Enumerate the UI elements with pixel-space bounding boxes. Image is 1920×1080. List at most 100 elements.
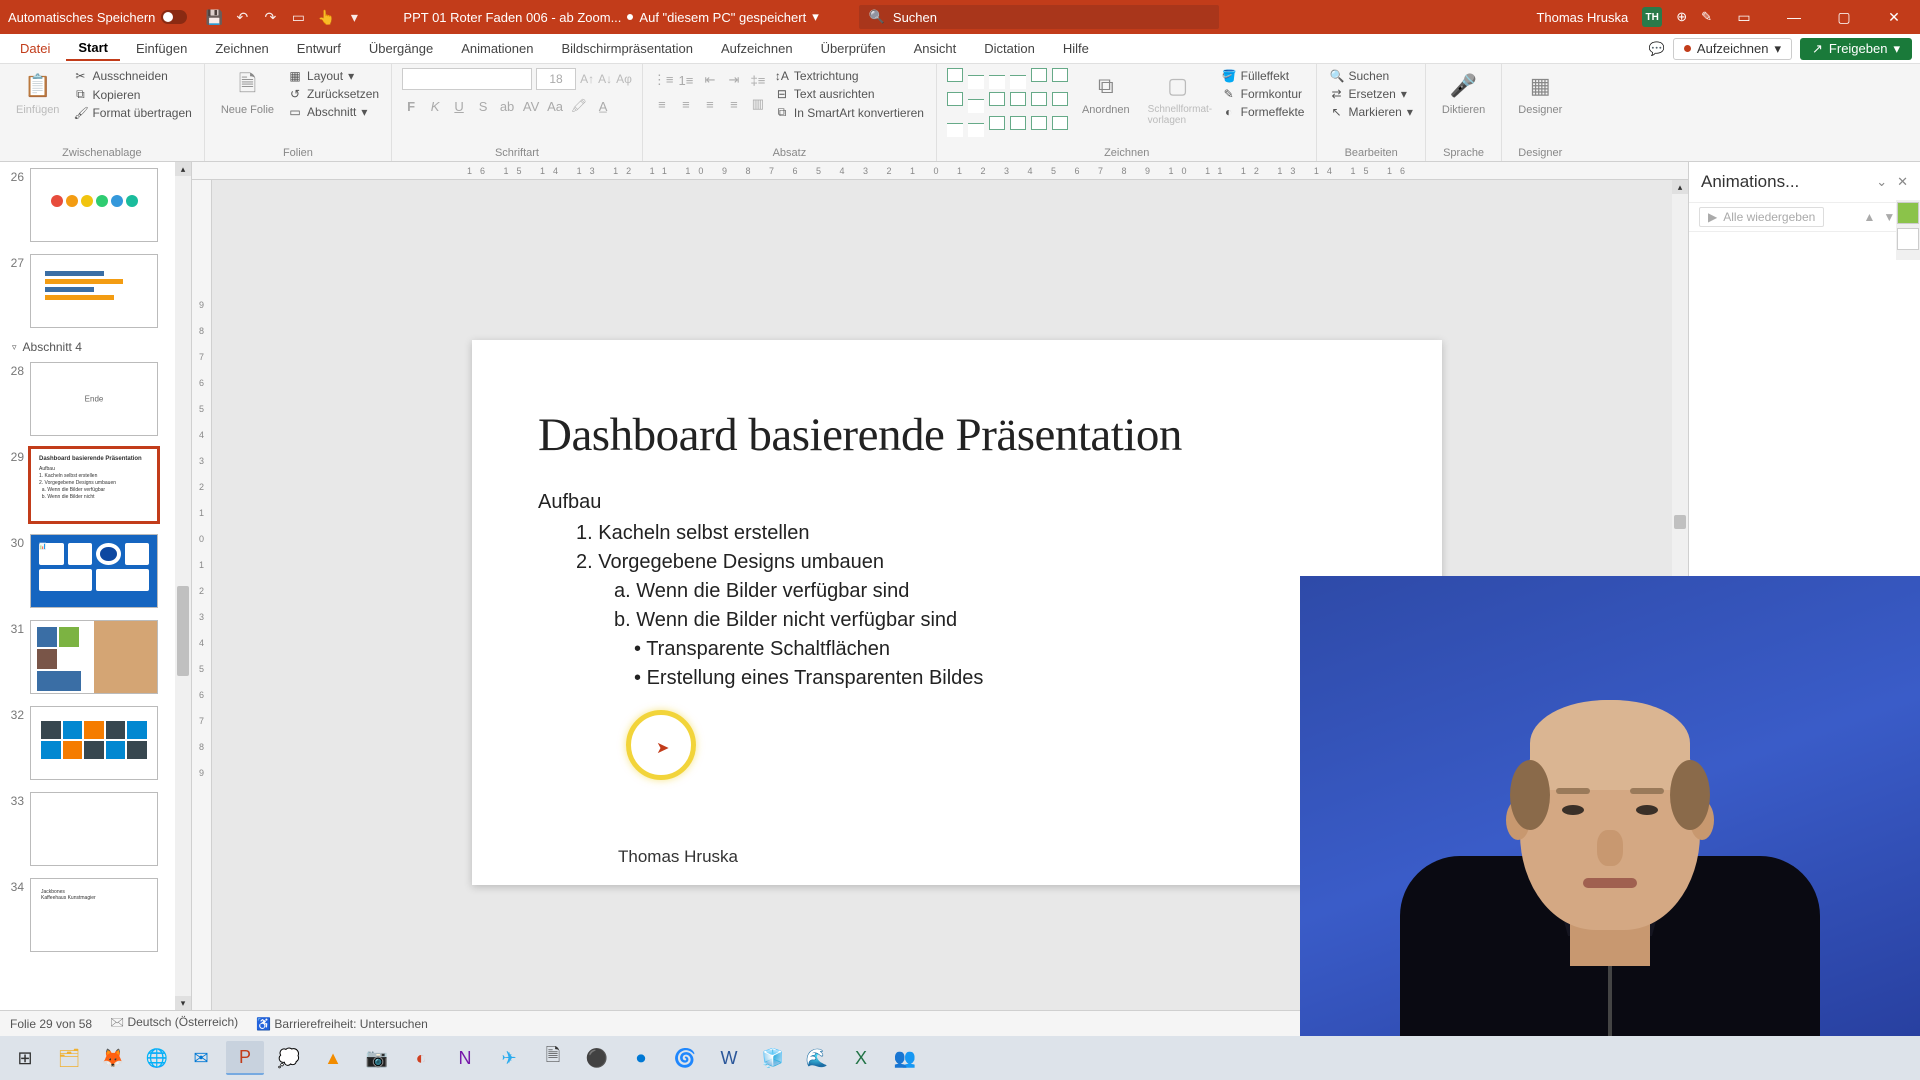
- close-icon[interactable]: ✕: [1876, 5, 1912, 29]
- strike-button[interactable]: S: [474, 99, 492, 114]
- move-down-icon[interactable]: ▼: [1883, 210, 1895, 224]
- teams-icon[interactable]: 👥: [886, 1041, 924, 1075]
- align-right-icon[interactable]: ≡: [701, 97, 719, 112]
- start-button[interactable]: ⊞: [6, 1041, 44, 1075]
- redo-icon[interactable]: ↷: [261, 8, 279, 26]
- indent-more-icon[interactable]: ⇥: [725, 72, 743, 88]
- tab-start[interactable]: Start: [66, 36, 120, 61]
- save-icon[interactable]: 💾: [205, 8, 223, 26]
- user-avatar[interactable]: TH: [1642, 7, 1662, 27]
- slide-counter[interactable]: Folie 29 von 58: [10, 1017, 92, 1031]
- thumbnails-scrollbar[interactable]: ▴ ▾: [175, 162, 191, 1010]
- spacing-button[interactable]: AV: [522, 99, 540, 114]
- section-header[interactable]: ▿Abschnitt 4: [12, 340, 172, 354]
- columns-icon[interactable]: ▥: [749, 96, 767, 112]
- font-family-select[interactable]: [402, 68, 532, 90]
- justify-icon[interactable]: ≡: [725, 97, 743, 112]
- app-icon[interactable]: 🌀: [666, 1041, 704, 1075]
- slide-thumb-27[interactable]: 27: [6, 254, 172, 328]
- quick-styles-button[interactable]: ▢Schnellformat-vorlagen: [1142, 68, 1214, 128]
- numbering-icon[interactable]: 1≡: [677, 73, 695, 88]
- font-color-icon[interactable]: A̲: [594, 99, 612, 114]
- bold-button[interactable]: F: [402, 99, 420, 114]
- onenote-icon[interactable]: N: [446, 1041, 484, 1075]
- slide-body[interactable]: Aufbau 1. Kacheln selbst erstellen 2. Vo…: [538, 488, 983, 693]
- increase-font-icon[interactable]: A↑: [580, 72, 594, 86]
- obs-icon[interactable]: ⚫: [578, 1041, 616, 1075]
- layout-button[interactable]: ▦Layout▾: [286, 68, 381, 84]
- app-icon[interactable]: 🗎: [534, 1041, 572, 1075]
- maximize-icon[interactable]: ▢: [1826, 5, 1862, 29]
- copy-button[interactable]: ⧉Kopieren: [71, 86, 193, 103]
- align-center-icon[interactable]: ≡: [677, 97, 695, 112]
- firefox-icon[interactable]: 🦊: [94, 1041, 132, 1075]
- app-icon[interactable]: 📷: [358, 1041, 396, 1075]
- from-beginning-icon[interactable]: ▭: [289, 8, 307, 26]
- app-icon[interactable]: ⏺: [622, 1041, 660, 1075]
- slide-thumb-33[interactable]: 33: [6, 792, 172, 866]
- search-box[interactable]: 🔍 Suchen: [859, 5, 1219, 29]
- new-slide-button[interactable]: 🗎Neue Folie: [215, 68, 280, 118]
- outlook-icon[interactable]: ✉: [182, 1041, 220, 1075]
- decrease-font-icon[interactable]: A↓: [598, 72, 612, 86]
- text-direction-button[interactable]: ↕ATextrichtung: [773, 68, 926, 84]
- replace-button[interactable]: ⇄Ersetzen▾: [1327, 86, 1414, 102]
- tab-review[interactable]: Überprüfen: [809, 37, 898, 60]
- shape-fill-button[interactable]: 🪣Fülleffekt: [1220, 68, 1307, 84]
- slide-title[interactable]: Dashboard basierende Präsentation: [538, 408, 1182, 462]
- user-name[interactable]: Thomas Hruska: [1536, 10, 1628, 25]
- slide-thumb-32[interactable]: 32: [6, 706, 172, 780]
- align-left-icon[interactable]: ≡: [653, 97, 671, 112]
- app-icon[interactable]: ◐: [402, 1041, 440, 1075]
- slide-thumb-30[interactable]: 30 📊: [6, 534, 172, 608]
- slide-thumb-26[interactable]: 26: [6, 168, 172, 242]
- touch-mode-icon[interactable]: 👆: [317, 8, 335, 26]
- slide-thumb-31[interactable]: 31: [6, 620, 172, 694]
- slide-canvas[interactable]: Dashboard basierende Präsentation Aufbau…: [472, 340, 1442, 885]
- telegram-icon[interactable]: ✈: [490, 1041, 528, 1075]
- case-button[interactable]: Aa: [546, 99, 564, 114]
- window-options-icon[interactable]: ▭: [1726, 5, 1762, 29]
- play-all-button[interactable]: ▶Alle wiedergeben: [1699, 207, 1824, 227]
- scrollbar-handle[interactable]: [1674, 515, 1686, 529]
- designer-button[interactable]: ▦Designer: [1512, 68, 1568, 118]
- scroll-down-icon[interactable]: ▾: [175, 996, 191, 1010]
- bullets-icon[interactable]: ⋮≡: [653, 72, 671, 88]
- tab-help[interactable]: Hilfe: [1051, 37, 1101, 60]
- slide-thumb-29[interactable]: 29 Dashboard basierende PräsentationAufb…: [6, 448, 172, 522]
- tab-record[interactable]: Aufzeichnen: [709, 37, 805, 60]
- indent-less-icon[interactable]: ⇤: [701, 72, 719, 88]
- move-up-icon[interactable]: ▲: [1864, 210, 1876, 224]
- paste-button[interactable]: 📋Einfügen: [10, 68, 65, 118]
- scroll-up-icon[interactable]: ▴: [175, 162, 191, 176]
- file-explorer-icon[interactable]: 🗂: [50, 1041, 88, 1075]
- reset-button[interactable]: ↺Zurücksetzen: [286, 86, 381, 102]
- cloud-sync-icon[interactable]: ⊕: [1676, 9, 1687, 25]
- autosave-toggle[interactable]: Automatisches Speichern: [8, 10, 187, 25]
- word-icon[interactable]: W: [710, 1041, 748, 1075]
- share-button[interactable]: ↗Freigeben▾: [1800, 38, 1912, 60]
- arrange-button[interactable]: ⧉Anordnen: [1076, 68, 1136, 118]
- app-icon[interactable]: 🧊: [754, 1041, 792, 1075]
- shapes-gallery[interactable]: [947, 68, 1070, 137]
- chevron-down-icon[interactable]: ⌄: [1876, 174, 1887, 190]
- powerpoint-icon[interactable]: P: [226, 1041, 264, 1075]
- section-button[interactable]: ▭Abschnitt▾: [286, 104, 381, 120]
- tab-animations[interactable]: Animationen: [449, 37, 545, 60]
- panel-option-icon[interactable]: [1897, 202, 1919, 224]
- italic-button[interactable]: K: [426, 99, 444, 114]
- tab-view[interactable]: Ansicht: [902, 37, 969, 60]
- tab-transitions[interactable]: Übergänge: [357, 37, 445, 60]
- app-icon[interactable]: 💭: [270, 1041, 308, 1075]
- select-button[interactable]: ↖Markieren▾: [1327, 104, 1414, 120]
- chrome-icon[interactable]: 🌐: [138, 1041, 176, 1075]
- record-button[interactable]: Aufzeichnen▾: [1673, 38, 1792, 60]
- font-size-select[interactable]: 18: [536, 68, 576, 90]
- comments-icon[interactable]: 💬: [1649, 41, 1665, 57]
- panel-option-icon[interactable]: [1897, 228, 1919, 250]
- tab-draw[interactable]: Zeichnen: [203, 37, 280, 60]
- undo-icon[interactable]: ↶: [233, 8, 251, 26]
- qat-more-icon[interactable]: ▾: [345, 8, 363, 26]
- dictate-button[interactable]: 🎤Diktieren: [1436, 68, 1491, 118]
- underline-button[interactable]: U: [450, 99, 468, 114]
